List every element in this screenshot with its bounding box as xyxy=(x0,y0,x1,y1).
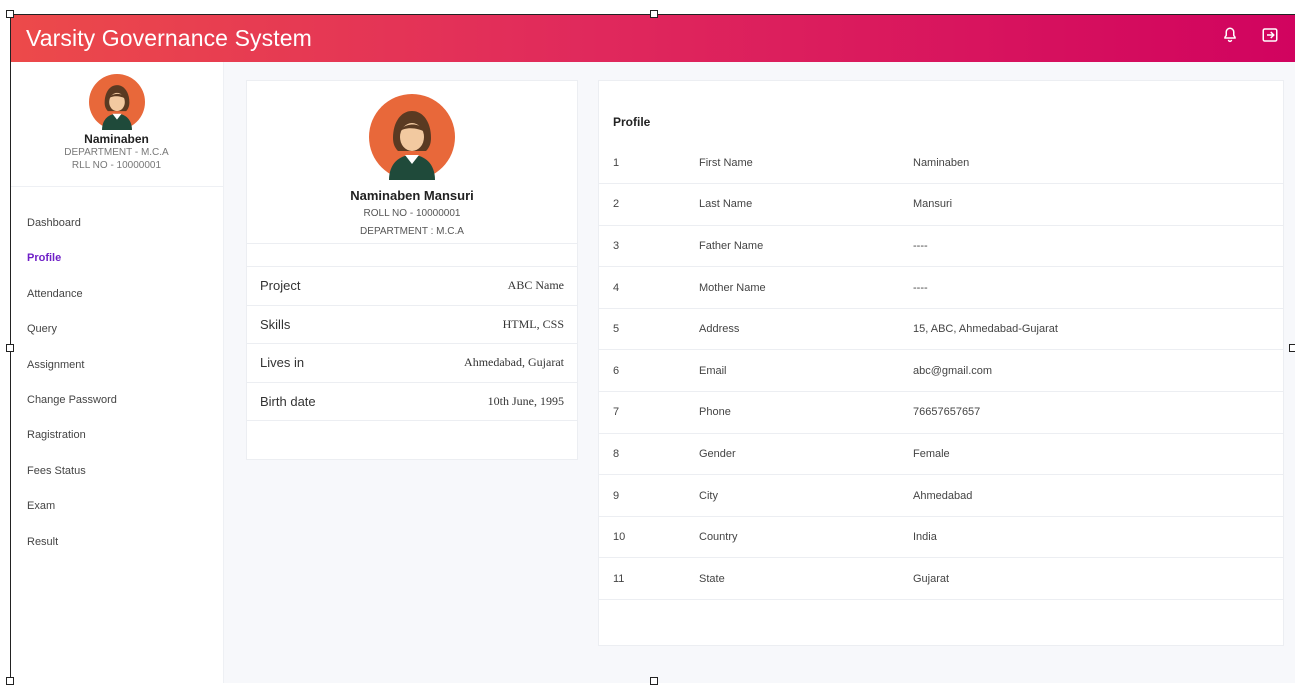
field-label: Address xyxy=(699,308,913,351)
profile-details-card: Profile 1 First Name Naminaben 2 Last Name Ma… xyxy=(598,80,1284,646)
table-row: 4 Mother Name ---- xyxy=(599,266,1283,309)
field-value: Naminaben xyxy=(913,142,1283,185)
logout-icon[interactable] xyxy=(1261,26,1279,44)
profile-name: Naminaben Mansuri xyxy=(350,188,474,203)
sidebar-item-profile[interactable]: Profile xyxy=(10,248,223,283)
profile-avatar xyxy=(369,94,455,180)
table-row: 8 Gender Female xyxy=(599,433,1283,476)
info-row-birth-date: Birth date 10th June, 1995 xyxy=(247,383,577,421)
field-label: Phone xyxy=(699,391,913,434)
row-number: 8 xyxy=(599,433,699,476)
sidebar-item-dashboard[interactable]: Dashboard xyxy=(10,213,223,248)
main-content: Naminaben Mansuri ROLL NO - 10000001 DEP… xyxy=(224,62,1295,683)
field-label: City xyxy=(699,474,913,517)
row-number: 6 xyxy=(599,349,699,393)
field-label: State xyxy=(699,557,913,601)
info-key: Project xyxy=(260,278,301,294)
app-title: Varsity Governance System xyxy=(26,24,312,51)
info-row-lives-in: Lives in Ahmedabad, Gujarat xyxy=(247,344,577,383)
resize-handle[interactable] xyxy=(650,10,658,18)
row-number: 10 xyxy=(599,516,699,559)
field-value: ---- xyxy=(913,266,1283,309)
field-value: Mansuri xyxy=(913,183,1283,226)
sidebar: Naminaben DEPARTMENT - M.C.A RLL NO - 10… xyxy=(10,62,224,683)
top-header: Varsity Governance System xyxy=(10,14,1295,62)
sidebar-user-department: DEPARTMENT - M.C.A xyxy=(64,147,169,158)
row-number: 9 xyxy=(599,474,699,517)
sidebar-item-query[interactable]: Query xyxy=(10,319,223,354)
table-row: 1 First Name Naminaben xyxy=(599,142,1283,185)
info-key: Skills xyxy=(260,316,291,332)
resize-handle[interactable] xyxy=(6,10,14,18)
field-value: 15, ABC, Ahmedabad-Gujarat xyxy=(913,308,1283,351)
table-row: 2 Last Name Mansuri xyxy=(599,183,1283,226)
resize-handle[interactable] xyxy=(1289,344,1295,352)
field-label: Mother Name xyxy=(699,266,913,309)
info-value: ABC Name xyxy=(507,278,564,293)
info-key: Lives in xyxy=(260,355,305,371)
info-value: HTML, CSS xyxy=(502,316,564,331)
table-row: 10 Country India xyxy=(599,516,1283,559)
details-table-body: 1 First Name Naminaben 2 Last Name Mansuri 3 Fa… xyxy=(599,142,1283,601)
resize-handle[interactable] xyxy=(6,344,14,352)
field-value: Gujarat xyxy=(913,557,1283,601)
info-key: Birth date xyxy=(260,393,316,409)
table-row: 5 Address 15, ABC, Ahmedabad-Gujarat xyxy=(599,308,1283,351)
sidebar-menu: Dashboard Profile Attendance Query Assig… xyxy=(10,187,223,567)
field-label: First Name xyxy=(699,142,913,185)
header-actions xyxy=(1221,26,1279,44)
details-title: Profile xyxy=(613,115,651,129)
profile-roll: ROLL NO - 10000001 xyxy=(363,208,461,219)
field-value: ---- xyxy=(913,225,1283,268)
row-number: 7 xyxy=(599,391,699,434)
table-row: 11 State Gujarat xyxy=(599,557,1283,601)
profile-department: DEPARTMENT : M.C.A xyxy=(360,226,464,237)
field-value: Ahmedabad xyxy=(913,474,1283,517)
field-value: India xyxy=(913,516,1283,559)
sidebar-user-name: Naminaben xyxy=(84,132,149,146)
sidebar-item-attendance[interactable]: Attendance xyxy=(10,284,223,319)
row-number: 1 xyxy=(599,142,699,185)
info-row-skills: Skills HTML, CSS xyxy=(247,306,577,344)
sidebar-item-registration[interactable]: Ragistration xyxy=(10,425,223,460)
table-row: 9 City Ahmedabad xyxy=(599,474,1283,517)
sidebar-user: Naminaben DEPARTMENT - M.C.A RLL NO - 10… xyxy=(10,62,223,187)
row-number: 2 xyxy=(599,183,699,226)
info-value: Ahmedabad, Gujarat xyxy=(464,355,564,370)
field-label: Email xyxy=(699,349,913,393)
sidebar-item-result[interactable]: Result xyxy=(10,532,223,567)
resize-handle[interactable] xyxy=(650,677,658,685)
row-number: 4 xyxy=(599,266,699,309)
table-row: 3 Father Name ---- xyxy=(599,225,1283,268)
resize-handle[interactable] xyxy=(6,677,14,685)
sidebar-user-roll: RLL NO - 10000001 xyxy=(71,160,162,171)
info-row-project: Project ABC Name xyxy=(247,267,577,306)
row-number: 3 xyxy=(599,225,699,268)
field-value: abc@gmail.com xyxy=(913,349,1283,393)
sidebar-item-exam[interactable]: Exam xyxy=(10,496,223,531)
field-label: Father Name xyxy=(699,225,913,268)
divider xyxy=(247,243,577,267)
bell-icon[interactable] xyxy=(1221,26,1239,44)
details-table: 1 First Name Naminaben 2 Last Name Mansuri 3 Fa… xyxy=(599,142,1283,601)
field-value: 76657657657 xyxy=(913,391,1283,434)
app-window: Varsity Governance System Naminaben DEPA… xyxy=(0,0,1295,685)
profile-card: Naminaben Mansuri ROLL NO - 10000001 DEP… xyxy=(246,80,578,460)
table-row: 6 Email abc@gmail.com xyxy=(599,349,1283,393)
field-value: Female xyxy=(913,433,1283,476)
table-row: 7 Phone 76657657657 xyxy=(599,391,1283,434)
profile-card-header: Naminaben Mansuri ROLL NO - 10000001 DEP… xyxy=(247,81,577,243)
field-label: Last Name xyxy=(699,183,913,226)
field-label: Country xyxy=(699,516,913,559)
row-number: 5 xyxy=(599,308,699,351)
avatar xyxy=(88,74,145,130)
info-value: 10th June, 1995 xyxy=(487,393,564,408)
sidebar-item-fees-status[interactable]: Fees Status xyxy=(10,461,223,496)
sidebar-item-change-password[interactable]: Change Password xyxy=(10,390,223,425)
row-number: 11 xyxy=(599,557,699,601)
field-label: Gender xyxy=(699,433,913,476)
sidebar-item-assignment[interactable]: Assignment xyxy=(10,355,223,390)
